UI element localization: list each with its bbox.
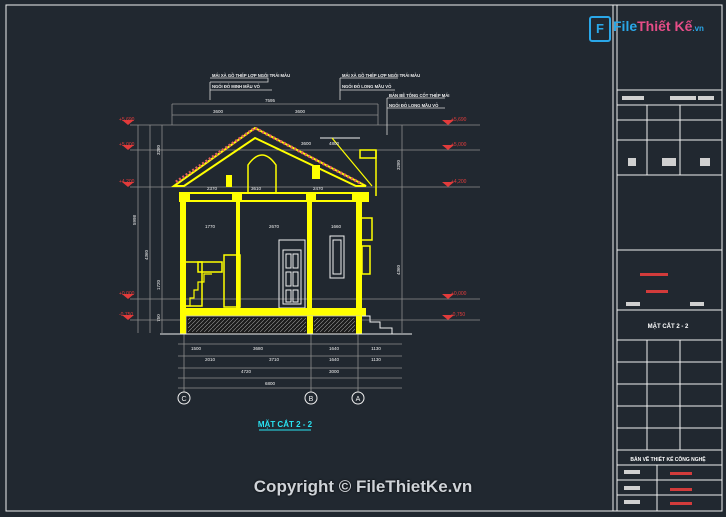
title-block-red-marks: [640, 273, 692, 505]
level-right-4: +0,000: [451, 291, 467, 297]
note-roof-right-2: NGÓI ĐỎ LONG MẦU VỎ: [342, 84, 392, 89]
level-right-1: +5,690: [451, 117, 467, 123]
title-block-sheet-title: MẶT CẮT 2 - 2: [648, 322, 689, 330]
sheet-border: [5, 4, 723, 512]
level-markers-right: +5,690 +5,000 +4,200 +0,000 -0,750: [442, 117, 467, 320]
title-block-project-name: BẢN VẼ THIẾT KẾ CÔNG NGHỆ: [630, 455, 706, 463]
note-roof-left-1: MÁI XÀ GỒ THÉP LỢP NGÓI TRÁI MÀU: [212, 73, 290, 78]
level-left-4: +0,000: [119, 291, 135, 297]
note-roof-left-2: NGÓI ĐỎ MINH MẦU VỎ: [212, 84, 261, 89]
dim-bottom-total: 6800: [265, 381, 276, 386]
roof-structure: [170, 126, 377, 196]
level-left-2: +5,000: [119, 142, 135, 148]
dim-bottom-r2-4: 1130: [371, 357, 381, 362]
dim-top-4: 4800: [329, 141, 340, 146]
dim-bottom-r2-3: 1640: [329, 357, 340, 362]
foundation-hatch: [188, 318, 306, 332]
logo-name-part1: File: [613, 18, 638, 34]
dim-bottom-r1-4: 1130: [371, 346, 381, 351]
logo-mark-icon: F: [589, 16, 611, 42]
dim-bottom-r2-2: 3710: [269, 357, 280, 362]
grid-axes: [177, 391, 365, 405]
drawing-canvas: MẶT CẮT 2 - 2 BẢN VẼ THIẾT KẾ CÔNG NGHỆ: [5, 4, 723, 512]
foundation-hatch-right: [314, 318, 355, 332]
title-block-marks: [622, 96, 714, 504]
dim-inner-3: 2470: [313, 186, 324, 191]
site-logo: F FileThiết Kế.vn: [589, 16, 704, 44]
dim-left-4: 1720: [156, 279, 161, 290]
level-left-3: +4,200: [119, 179, 135, 185]
axis-label-c: C: [181, 396, 186, 403]
attic-post-right: [312, 165, 320, 179]
dim-inner-6: 1660: [331, 224, 342, 229]
cad-viewport: MẶT CẮT 2 - 2 BẢN VẼ THIẾT KẾ CÔNG NGHỆ: [0, 0, 726, 517]
dim-top-total: 7595: [265, 98, 276, 103]
level-left-1: +5,690: [119, 117, 135, 123]
dim-left-5: 750: [156, 314, 161, 322]
dim-bottom-r3-2: 3000: [329, 369, 340, 374]
level-right-5: -0,750: [451, 312, 465, 318]
dimension-labels: 7595 3600 3600 3600 4800 2370 3610 2470 …: [191, 98, 381, 386]
level-left-5: -0,750: [119, 312, 133, 318]
dim-bottom-r1-1: 1500: [191, 346, 202, 351]
dim-bottom-r1-3: 1640: [329, 346, 340, 351]
axis-label-a: A: [356, 396, 361, 403]
logo-suffix: .vn: [692, 24, 704, 33]
drawing-title: MẶT CẮT 2 - 2: [258, 420, 313, 429]
dim-inner-5: 2670: [269, 224, 280, 229]
dim-left-1: 5998: [132, 214, 137, 225]
dim-top-1: 3600: [213, 109, 224, 114]
title-block: [617, 89, 722, 511]
dim-left-2: 4360: [144, 249, 149, 260]
copyright-watermark: Copyright © FileThietKe.vn: [253, 477, 473, 496]
dim-inner-2: 3610: [251, 186, 262, 191]
ceiling-beam-hatch: [180, 193, 368, 201]
attic-post: [226, 175, 232, 187]
interior-stair: [186, 273, 212, 307]
dim-inner-4: 1770: [205, 224, 216, 229]
axis-label-b: B: [309, 396, 314, 403]
dim-right-2: 4360: [396, 264, 401, 275]
grid-axis-labels: C B A: [181, 396, 360, 403]
dim-bottom-r3-1: 4720: [241, 369, 252, 374]
note-canopy-2: NGÓI ĐỎ LONG MẦU VỎ: [389, 103, 439, 108]
dim-bottom-r2-1: 2010: [205, 357, 216, 362]
level-right-2: +5,000: [451, 142, 467, 148]
dim-left-3: 3280: [156, 144, 161, 155]
ceiling-beam: [179, 192, 369, 202]
dim-right-1: 3280: [396, 159, 401, 170]
dim-bottom-r1-2: 3680: [253, 346, 264, 351]
dim-inner-1: 2370: [207, 186, 218, 191]
note-roof-right-1: MÁI XÀ GỒ THÉP LỢP NGÓI TRÁI MÀU: [342, 73, 420, 78]
floor-slab: [180, 308, 366, 316]
exterior-steps: [362, 315, 412, 335]
logo-name-part2: Thiết Kế: [637, 18, 693, 34]
dim-top-2: 3600: [295, 109, 306, 114]
level-right-3: +4,200: [451, 179, 467, 185]
dim-top-3: 3600: [301, 141, 312, 146]
note-canopy-1: BẢN BÊ TÔNG CỐT THÉP MÁI: [389, 93, 449, 98]
walls: [180, 193, 362, 313]
window: [329, 235, 345, 279]
door: [278, 239, 306, 309]
logo-text: FileThiết Kế.vn: [613, 18, 704, 34]
